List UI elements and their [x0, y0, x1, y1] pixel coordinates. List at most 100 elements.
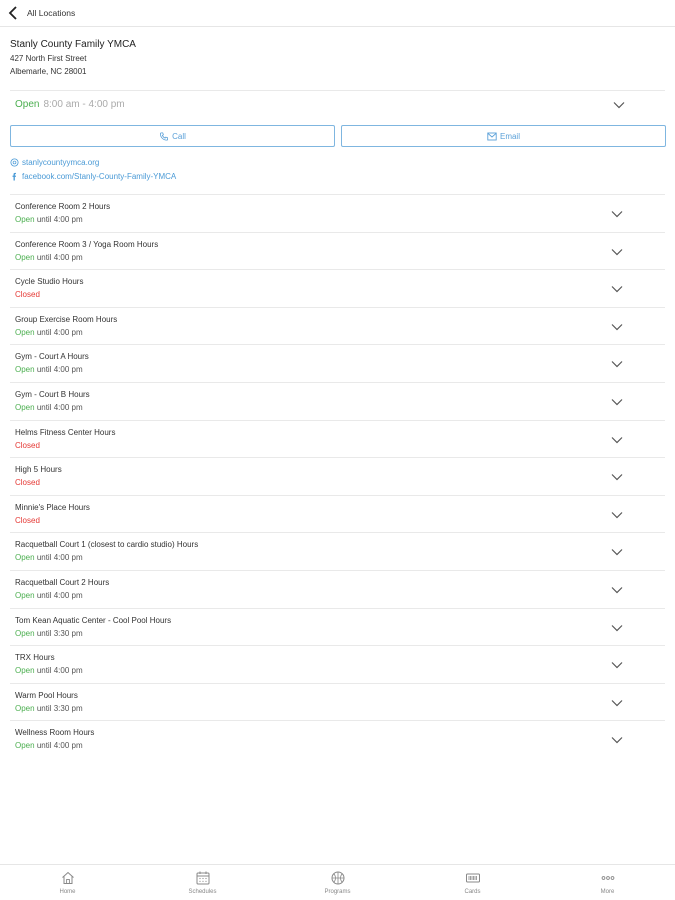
chevron-down-icon [611, 662, 623, 669]
chevron-down-icon [611, 286, 623, 293]
facility-title: Helms Fitness Center Hours [15, 427, 116, 437]
facility-status: Open until 3:30 pm [15, 704, 83, 713]
facility-row[interactable]: Gym - Court B Hours Open until 4:00 pm [10, 381, 665, 420]
back-button[interactable]: All Locations [8, 6, 75, 20]
facility-title: Conference Room 2 Hours [15, 202, 111, 211]
facility-title: Cycle Studio Hours [15, 277, 84, 287]
facility-status: Closed [15, 478, 40, 487]
facility-status-label: Closed [15, 515, 40, 525]
tab-label: Cards [464, 889, 481, 895]
facility-status-detail: until 4:00 pm [36, 215, 83, 224]
facility-status: Closed [15, 441, 40, 450]
facility-status-label: Open [15, 553, 35, 563]
facility-status: Open until 4:00 pm [15, 365, 83, 374]
website-link[interactable]: stanlycountyymca.org [10, 158, 99, 167]
facility-status: Open until 4:00 pm [15, 253, 83, 262]
facility-title: Minnie's Place Hours [15, 502, 90, 512]
website-link-label: stanlycountyymca.org [22, 158, 100, 167]
chevron-down-icon [611, 737, 623, 744]
chevron-down-icon [611, 511, 623, 519]
facility-row[interactable]: Tom Kean Aquatic Center - Cool Pool Hour… [10, 607, 665, 646]
chevron-down-icon [611, 549, 623, 556]
phone-icon [160, 131, 169, 141]
call-button-label: Call [172, 131, 186, 141]
facility-title: Conference Room 3 / Yoga Room Hours [15, 239, 159, 249]
facility-row[interactable]: Group Exercise Room Hours Open until 4:00… [10, 306, 665, 345]
facility-status-label: Open [15, 252, 35, 262]
facility-status-detail: until 4:00 pm [36, 365, 83, 375]
facility-row[interactable]: Gym - Court A Hours Open until 4:00 pm [10, 344, 665, 382]
chevron-down-icon [613, 101, 625, 108]
chevron-down-icon [611, 361, 623, 368]
tab-programs[interactable]: Programs [270, 865, 405, 900]
facebook-link[interactable]: facebook.com/Stanly-County-Family-YMCA [10, 172, 176, 181]
facility-row[interactable]: TRX Hours Open until 4:00 pm [10, 645, 665, 683]
facility-title: Tom Kean Aquatic Center - Cool Pool Hour… [15, 615, 172, 625]
tab-label: More [600, 889, 615, 895]
facility-status-detail: until 3:30 pm [36, 628, 83, 638]
facility-row[interactable]: Racquetball Court 1 (closest to cardio s… [10, 532, 665, 570]
chevron-down-icon [611, 474, 623, 481]
tab-home[interactable]: Home [0, 865, 135, 900]
facility-status-detail: until 4:00 pm [36, 252, 83, 262]
facility-title: Warm Pool Hours [15, 690, 78, 700]
facility-status-label: Open [15, 327, 35, 337]
facility-status: Open until 4:00 pm [15, 591, 83, 600]
facility-status: Open until 4:00 pm [15, 741, 83, 750]
facility-status-label: Closed [15, 290, 40, 300]
facility-row[interactable]: Conference Room 3 / Yoga Room Hours Open … [10, 231, 665, 270]
home-icon [61, 871, 74, 884]
facility-status-detail: until 4:00 pm [36, 327, 83, 337]
facility-status: Closed [15, 516, 40, 525]
location-hours-row[interactable]: Open 8:00 am - 4:00 pm [10, 90, 665, 118]
facility-title: Gym - Court A Hours [15, 352, 89, 362]
basketball-icon [331, 871, 344, 885]
location-name: Stanly County Family YMCA [10, 39, 136, 50]
facility-row[interactable]: Racquetball Court 2 Hours Open until 4:00… [10, 569, 665, 608]
tab-schedules[interactable]: Schedules [135, 865, 270, 900]
tab-label: Home [59, 889, 76, 895]
facility-status-label: Open [15, 402, 35, 412]
location-info: Stanly County Family YMCA 427 North Firs… [10, 38, 136, 78]
location-hours-time: 8:00 am - 4:00 pm [43, 99, 125, 110]
facility-status: Open until 4:00 pm [15, 403, 83, 412]
facility-row[interactable]: Conference Room 2 Hours Open until 4:00 p… [10, 194, 665, 232]
facility-status-detail: until 4:00 pm [36, 402, 83, 412]
facility-row[interactable]: Cycle Studio Hours Closed [10, 269, 665, 307]
tab-label: Schedules [188, 889, 217, 895]
facility-status: Open until 4:00 pm [15, 553, 83, 562]
facility-title: High 5 Hours [15, 465, 62, 475]
facility-status: Open until 4:00 pm [15, 328, 83, 337]
tab-more[interactable]: More [540, 865, 675, 900]
facility-status: Closed [15, 290, 40, 299]
navigation-bar: All Locations [0, 0, 675, 27]
facility-row[interactable]: Warm Pool Hours Open until 3:30 pm [10, 682, 665, 721]
facility-hours-list: Conference Room 2 Hours Open until 4:00 p… [10, 194, 665, 758]
facility-status-detail: until 4:00 pm [36, 666, 83, 676]
facility-status-label: Open [15, 628, 35, 638]
facility-status-label: Closed [15, 440, 40, 450]
email-button[interactable]: Email [341, 125, 666, 147]
facebook-link-label: facebook.com/Stanly-County-Family-YMCA [22, 172, 177, 181]
facility-row[interactable]: Minnie's Place Hours Closed [10, 494, 665, 533]
facility-status-detail: until 4:00 pm [36, 741, 83, 751]
chevron-left-icon [8, 6, 17, 20]
facility-status-label: Open [15, 666, 35, 676]
facility-title: Group Exercise Room Hours [15, 314, 118, 324]
tab-cards[interactable]: Cards [405, 865, 540, 900]
facility-status-label: Open [15, 741, 35, 751]
tab-bar: Home Schedules Programs Cards More [0, 864, 675, 900]
facility-row[interactable]: Wellness Room Hours Open until 4:00 pm [10, 720, 665, 758]
facebook-icon [12, 172, 17, 181]
back-label: All Locations [27, 8, 76, 18]
facility-row[interactable]: High 5 Hours Closed [10, 457, 665, 495]
chevron-down-icon [611, 699, 623, 707]
facility-title: TRX Hours [15, 653, 55, 663]
chevron-down-icon [611, 211, 623, 218]
facility-row[interactable]: Helms Fitness Center Hours Closed [10, 419, 665, 458]
location-street: 427 North First Street [10, 54, 87, 63]
chevron-down-icon [611, 587, 623, 594]
facility-title: Racquetball Court 2 Hours [15, 577, 110, 587]
facility-title: Racquetball Court 1 (closest to cardio s… [15, 540, 199, 550]
call-button[interactable]: Call [10, 125, 335, 147]
